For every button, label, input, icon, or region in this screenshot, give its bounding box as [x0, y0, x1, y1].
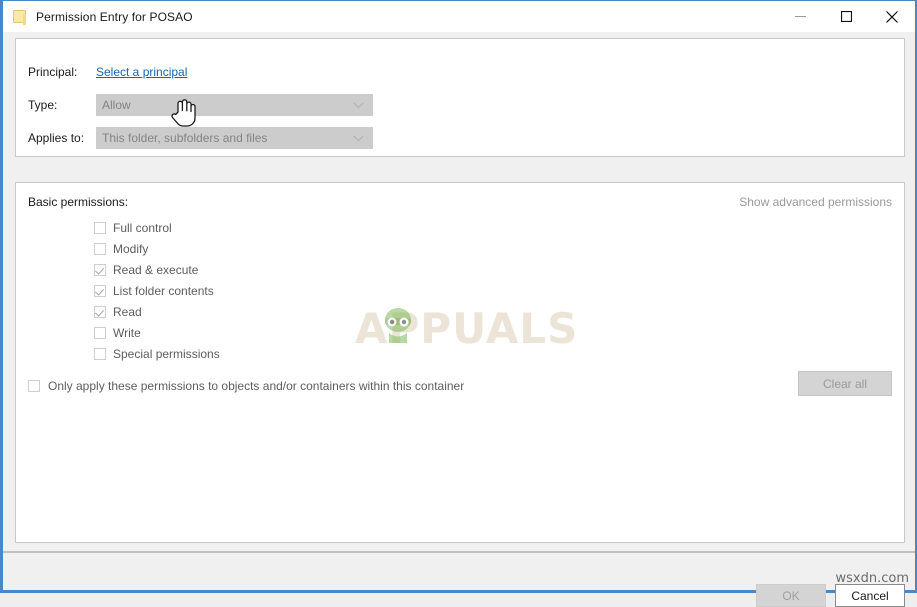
minimize-button[interactable]: [777, 1, 823, 32]
checkbox-special-permissions[interactable]: [94, 347, 106, 360]
type-label: Type:: [28, 98, 58, 112]
chevron-down-icon: [353, 95, 364, 115]
cancel-button[interactable]: Cancel: [835, 584, 905, 607]
only-apply-label: Only apply these permissions to objects …: [48, 379, 465, 393]
list-item[interactable]: List folder contents: [94, 280, 220, 301]
checkbox-write[interactable]: [94, 326, 106, 339]
dialog-body: Principal: Select a principal Type: Allo…: [3, 32, 915, 607]
only-apply-row[interactable]: Only apply these permissions to objects …: [28, 379, 464, 393]
chevron-down-icon: [353, 128, 364, 148]
list-item[interactable]: Read & execute: [94, 259, 220, 280]
close-icon: [886, 10, 898, 23]
checkbox-only-apply-within-container[interactable]: [28, 380, 40, 392]
applies-to-value: This folder, subfolders and files: [102, 131, 268, 145]
ok-button[interactable]: OK: [756, 584, 826, 607]
checkbox-read[interactable]: [94, 305, 106, 318]
basic-permissions-panel: Basic permissions: Show advanced permiss…: [15, 182, 905, 543]
list-item-label: List folder contents: [113, 283, 214, 298]
list-item-label: Write: [113, 325, 141, 340]
checkbox-modify[interactable]: [94, 242, 106, 255]
maximize-icon: [840, 11, 852, 22]
principal-label: Principal:: [28, 65, 78, 79]
type-dropdown[interactable]: Allow: [96, 94, 373, 116]
list-item-label: Read & execute: [113, 262, 199, 277]
checkbox-list-folder-contents[interactable]: [94, 284, 106, 297]
maximize-button[interactable]: [823, 1, 869, 32]
list-item[interactable]: Write: [94, 322, 220, 343]
applies-to-label: Applies to:: [28, 131, 85, 145]
list-item-label: Modify: [113, 241, 149, 256]
permission-entry-dialog: Permission Entry for POSAO Principal: Se…: [0, 0, 917, 607]
principal-panel: Principal: Select a principal Type: Allo…: [15, 38, 905, 157]
type-value: Allow: [102, 98, 131, 112]
footer-bar: OK Cancel: [3, 553, 915, 607]
list-item-label: Full control: [113, 220, 172, 235]
applies-to-dropdown[interactable]: This folder, subfolders and files: [96, 127, 373, 149]
folder-icon: [12, 9, 28, 25]
show-advanced-permissions-link[interactable]: Show advanced permissions: [739, 195, 892, 209]
list-item[interactable]: Modify: [94, 238, 220, 259]
basic-permissions-heading: Basic permissions:: [28, 195, 129, 209]
permissions-list: Full control Modify Read & execute List …: [94, 217, 220, 364]
title-bar: Permission Entry for POSAO: [3, 1, 915, 32]
list-item[interactable]: Read: [94, 301, 220, 322]
checkbox-read-execute[interactable]: [94, 263, 106, 276]
window-controls: [777, 1, 915, 32]
checkbox-full-control[interactable]: [94, 221, 106, 234]
close-button[interactable]: [869, 1, 915, 32]
list-item-label: Special permissions: [113, 346, 220, 361]
select-a-principal-link[interactable]: Select a principal: [96, 65, 187, 79]
clear-all-button[interactable]: Clear all: [798, 371, 892, 396]
list-item-label: Read: [113, 304, 142, 319]
minimize-icon: [794, 16, 806, 17]
window-title: Permission Entry for POSAO: [36, 9, 193, 24]
principal-row: Principal: Select a principal: [28, 61, 187, 83]
list-item[interactable]: Special permissions: [94, 343, 220, 364]
type-row: Type: Allow: [28, 94, 373, 116]
list-item[interactable]: Full control: [94, 217, 220, 238]
applies-to-row: Applies to: This folder, subfolders and …: [28, 127, 373, 149]
